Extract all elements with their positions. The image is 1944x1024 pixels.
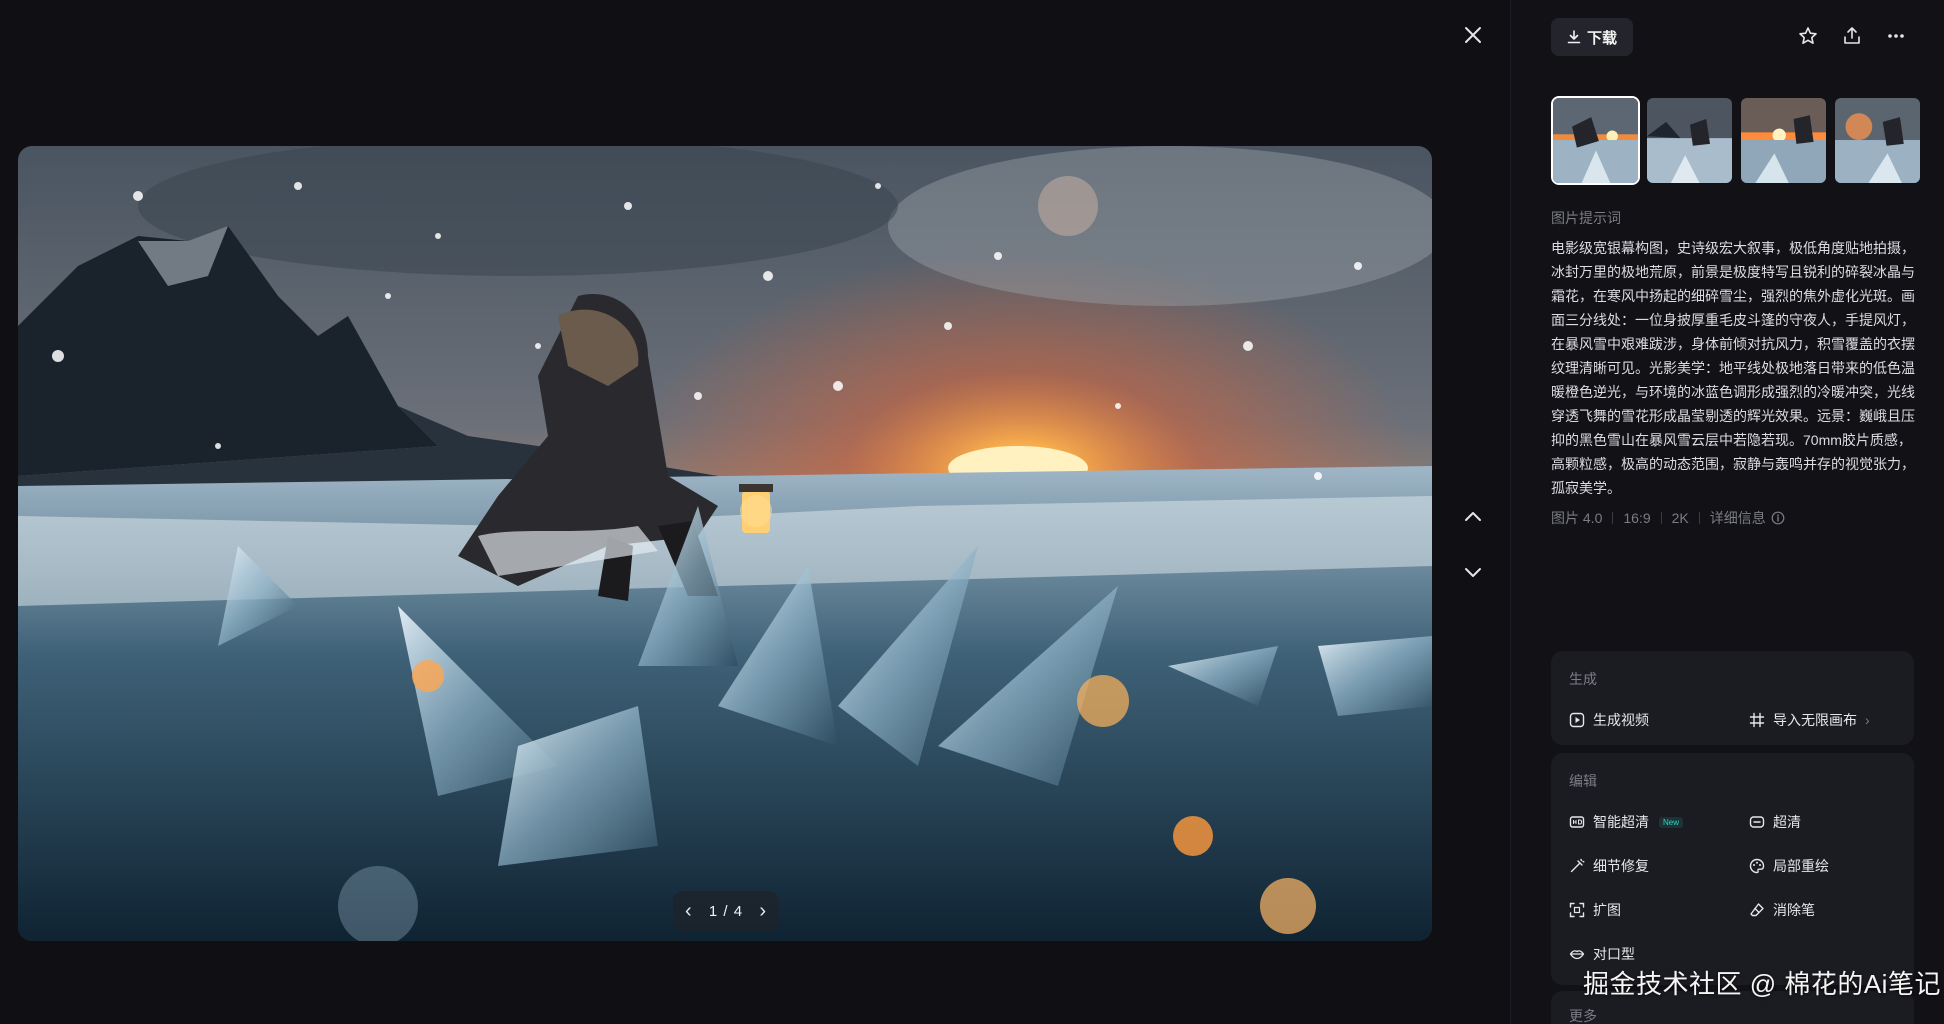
resolution: 2K (1671, 510, 1689, 526)
aspect-ratio: 16:9 (1623, 510, 1651, 526)
close-icon (1465, 27, 1481, 43)
pager-total: 4 (733, 902, 744, 920)
inpaint-button[interactable]: 局部重绘 (1749, 856, 1829, 876)
edit-title: 编辑 (1569, 773, 1597, 789)
eraser-button[interactable]: 消除笔 (1749, 900, 1815, 920)
prompt-line: 穿透飞舞的雪花形成晶莹剔透的辉光效果。远景：巍峨且压 (1551, 408, 1915, 424)
watermark: 掘金技术社区 @ 棉花的Ai笔记 (1583, 969, 1941, 999)
chevron-right-icon[interactable]: › (759, 901, 767, 921)
lips-icon (1569, 950, 1585, 960)
hd-button[interactable]: 超清 (1749, 812, 1801, 832)
lipsync-button[interactable]: 对口型 (1569, 944, 1635, 964)
prompt-line: 电影级宽银幕构图，史诗级宏大叙事，极低角度贴地拍摄， (1551, 240, 1915, 256)
prompt-line: 高颗粒感，极高的动态范围，寂静与轰鸣并存的视觉张力， (1551, 456, 1915, 472)
share-icon (1844, 27, 1860, 44)
thumbnail-3[interactable] (1739, 96, 1828, 185)
next-image-button[interactable] (1458, 558, 1488, 588)
prompt-line: 孤寂美学。 (1551, 480, 1621, 496)
new-badge: New (1659, 816, 1684, 828)
generate-title: 生成 (1569, 671, 1597, 687)
video-play-icon (1569, 712, 1585, 728)
download-button[interactable]: 下载 (1551, 18, 1633, 56)
info-icon (1771, 511, 1785, 525)
detail-info-link[interactable]: 详细信息 (1710, 508, 1785, 528)
smart-hd-label: 智能超清 (1593, 814, 1649, 830)
chevron-up-icon (1465, 512, 1481, 521)
prompt-line: 暖橙色逆光，与环境的冰蓝色调形成强烈的冷暖冲突，光线 (1551, 384, 1915, 400)
image-viewer: ‹ 1 / 4 › (0, 0, 1510, 1024)
detail-info-label: 详细信息 (1709, 510, 1766, 526)
meta-divider (1612, 512, 1614, 524)
thumbnail-1[interactable] (1551, 96, 1640, 185)
prompt-title: 图片提示词 (1551, 210, 1621, 226)
model-version: 图片 4.0 (1551, 510, 1603, 526)
star-icon (1799, 27, 1817, 44)
pager-current: 1 (708, 902, 719, 920)
share-button[interactable] (1838, 22, 1866, 50)
download-icon (1567, 30, 1581, 44)
prompt-line: 在暴风雪中艰难跋涉，身体前倾对抗风力，积雪覆盖的衣摆 (1551, 336, 1915, 352)
edit-card: 编辑 智能超清 New 超清 细节修复 局部重绘 扩图 消除笔 对口型 (1551, 753, 1914, 985)
canvas-frame-icon (1749, 712, 1765, 728)
thumbnail-strip (1551, 96, 1922, 185)
generate-video-label: 生成视频 (1593, 712, 1649, 728)
hd-icon (1569, 816, 1585, 828)
thumbnail-4[interactable] (1833, 96, 1922, 185)
chevron-down-icon (1465, 568, 1481, 577)
generate-video-button[interactable]: 生成视频 (1569, 710, 1649, 730)
image-detail-viewer: ‹ 1 / 4 › 下载 图片提示词 电影级宽银幕构图，史诗级宏大叙事，极低角度… (0, 0, 1944, 1024)
hd-box-icon (1749, 816, 1765, 828)
hd-label: 超清 (1773, 814, 1801, 830)
prompt-line: 纹理清晰可见。光影美学：地平线处极地落日带来的低色温 (1551, 360, 1915, 376)
image-meta: 图片 4.0 16:9 2K 详细信息 (1551, 508, 1785, 528)
lipsync-label: 对口型 (1593, 946, 1635, 962)
prompt-line: 冰封万里的极地荒原，前景是极度特写且锐利的碎裂冰晶与 (1551, 264, 1915, 280)
detail-fix-button[interactable]: 细节修复 (1569, 856, 1649, 876)
eraser-icon (1750, 903, 1764, 917)
import-canvas-label: 导入无限画布 (1773, 712, 1857, 728)
chevron-left-icon[interactable]: ‹ (685, 901, 693, 921)
eraser-label: 消除笔 (1773, 902, 1815, 918)
main-image[interactable]: ‹ 1 / 4 › (18, 146, 1432, 941)
image-pager: ‹ 1 / 4 › (673, 891, 779, 931)
meta-divider (1698, 512, 1700, 524)
close-button[interactable] (1458, 20, 1488, 50)
pager-text: 1 / 4 (709, 903, 743, 920)
chevron-right-icon: › (1865, 712, 1870, 728)
prompt-text: 电影级宽银幕构图，史诗级宏大叙事，极低角度贴地拍摄， 冰封万里的极地荒原，前景是… (1551, 236, 1921, 500)
favorite-button[interactable] (1794, 22, 1822, 50)
import-canvas-button[interactable]: 导入无限画布 › (1749, 710, 1870, 730)
prompt-line: 面三分线处：一位身披厚重毛皮斗篷的守夜人，手提风灯， (1551, 312, 1915, 328)
prompt-line: 抑的黑色雪山在暴风雪云层中若隐若现。70mm胶片质感， (1551, 432, 1912, 448)
expand-icon (1569, 902, 1585, 918)
magic-wand-icon (1570, 858, 1585, 873)
more-title: 更多 (1569, 1008, 1597, 1024)
pager-separator: / (723, 902, 729, 920)
download-label: 下载 (1586, 29, 1617, 47)
palette-icon (1749, 858, 1765, 874)
meta-divider (1660, 512, 1662, 524)
expand-button[interactable]: 扩图 (1569, 900, 1621, 920)
more-icon (1888, 34, 1904, 38)
detail-fix-label: 细节修复 (1593, 858, 1649, 874)
prompt-line: 霜花，在寒风中扬起的细碎雪尘，强烈的焦外虚化光斑。画 (1551, 288, 1915, 304)
previous-image-button[interactable] (1458, 501, 1488, 531)
generate-card: 生成 生成视频 导入无限画布 › (1551, 651, 1914, 745)
smart-hd-button[interactable]: 智能超清 New (1569, 812, 1684, 832)
expand-label: 扩图 (1593, 902, 1621, 918)
thumbnail-2[interactable] (1645, 96, 1734, 185)
more-button[interactable] (1882, 22, 1910, 50)
inpaint-label: 局部重绘 (1773, 858, 1829, 874)
details-panel: 下载 图片提示词 电影级宽银幕构图，史诗级宏大叙事，极低角度贴地拍摄， 冰封万里… (1511, 0, 1944, 1024)
